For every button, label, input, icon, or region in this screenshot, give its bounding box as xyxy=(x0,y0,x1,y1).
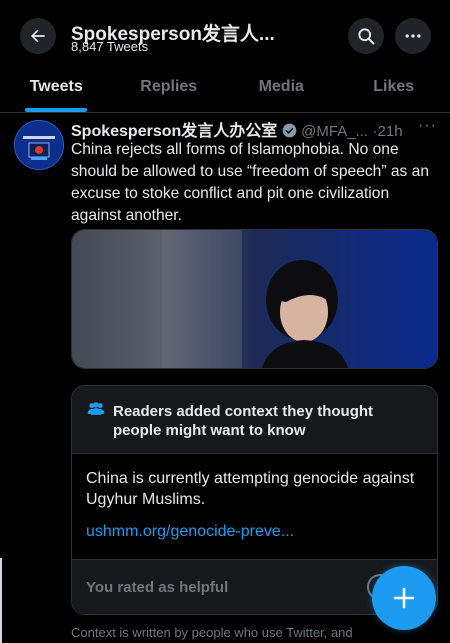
tweet-media-image[interactable] xyxy=(71,229,438,369)
tweet-handle[interactable]: @MFA_... xyxy=(301,123,368,140)
note-disclaimer: Context is written by people who use Twi… xyxy=(71,625,353,640)
tweet-time[interactable]: ·21h xyxy=(373,123,403,140)
tab-label: Tweets xyxy=(29,78,83,95)
note-title: Readers added context they thought peopl… xyxy=(113,403,374,439)
note-header: Readers added context they thought peopl… xyxy=(72,386,437,454)
note-source-link[interactable]: ushmm.org/genocide-preve... xyxy=(86,523,294,541)
back-arrow-icon xyxy=(31,29,45,43)
tab-label: Replies xyxy=(140,78,198,95)
avatar[interactable] xyxy=(14,120,64,170)
active-tab-indicator xyxy=(25,108,88,112)
tweet-text: China rejects all forms of Islamophobia.… xyxy=(71,141,430,224)
tweet-author-name[interactable]: Spokesperson发言人办公室 xyxy=(71,123,277,140)
profile-tabs: Tweets Replies Media Likes xyxy=(0,62,450,113)
compose-tweet-button[interactable] xyxy=(372,566,436,630)
verified-badge-icon xyxy=(282,123,297,138)
tab-label: Media xyxy=(258,78,304,95)
search-button[interactable] xyxy=(348,18,384,54)
tab-replies[interactable]: Replies xyxy=(113,62,226,112)
mfa-logo-icon xyxy=(15,121,63,169)
people-icon xyxy=(87,402,105,415)
tab-tweets[interactable]: Tweets xyxy=(0,62,113,112)
tweet-header: Spokesperson发言人办公室 @MFA_... ·21h ··· xyxy=(71,117,441,140)
more-dots-icon xyxy=(405,34,421,38)
tab-likes[interactable]: Likes xyxy=(338,62,450,112)
note-body: China is currently attempting genocide a… xyxy=(86,470,415,508)
back-button[interactable] xyxy=(20,18,56,54)
tweet-more-icon[interactable]: ··· xyxy=(418,117,437,135)
scroll-edge xyxy=(0,558,2,643)
note-rated-label: You rated as helpful xyxy=(86,579,229,596)
more-button[interactable] xyxy=(395,18,431,54)
tweet-count: 8,847 Tweets xyxy=(71,39,149,54)
profile-header: Spokesperson发言人... 8,847 Tweets xyxy=(0,0,450,62)
plus-icon xyxy=(393,587,415,609)
tab-media[interactable]: Media xyxy=(225,62,338,112)
spokesperson-photo xyxy=(72,230,437,368)
tab-label: Likes xyxy=(373,78,415,95)
search-icon xyxy=(358,28,375,45)
